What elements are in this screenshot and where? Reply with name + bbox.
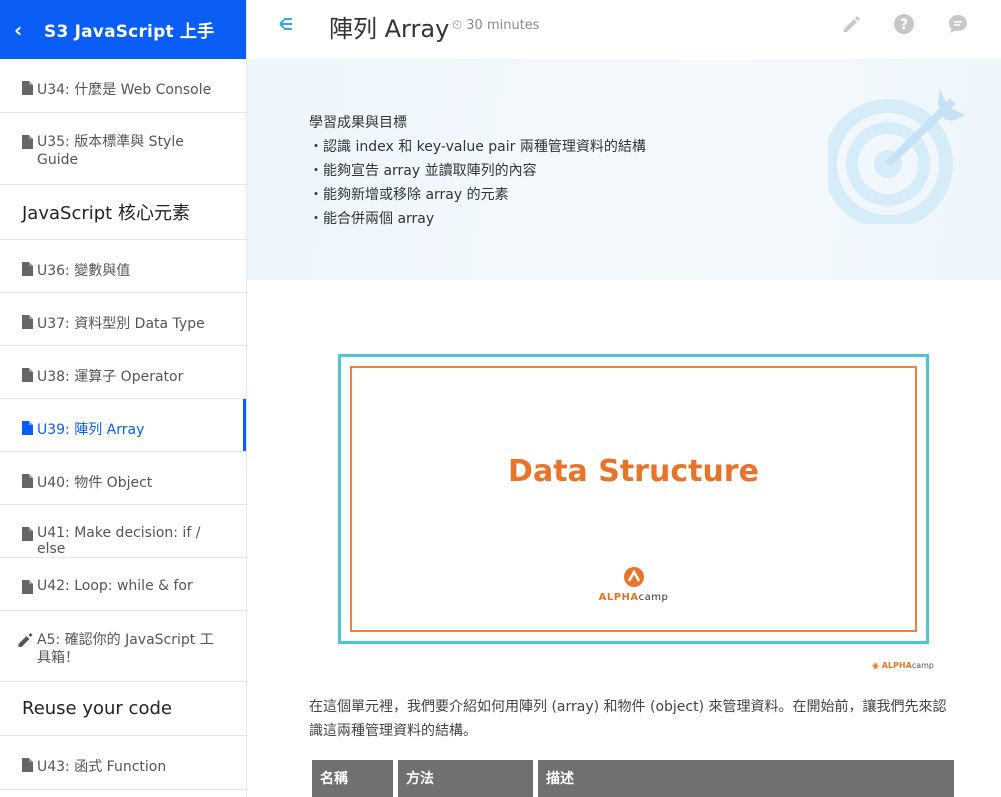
alphacamp-wordmark: ALPHAcamp bbox=[352, 592, 915, 603]
sidebar-item-label: U35: 版本標準與 Style Guide bbox=[37, 134, 184, 168]
menu-collapse-icon[interactable] bbox=[272, 13, 294, 35]
column-header: 方法 bbox=[398, 760, 533, 797]
chevron-left-icon[interactable]: ‹ bbox=[14, 18, 44, 42]
sidebar-item-label: U37: 資料型別 Data Type bbox=[37, 316, 205, 332]
intro-paragraph: 在這個單元裡，我們要介紹如何用陣列 (array) 和物件 (object) 來… bbox=[309, 699, 947, 739]
document-icon bbox=[22, 758, 33, 772]
sidebar-item-label: U42: Loop: while & for bbox=[37, 578, 193, 594]
sidebar-item-u40[interactable]: U40: 物件 Object bbox=[0, 452, 246, 505]
learning-goals: 學習成果與目標 ・認識 index 和 key-value pair 兩種管理資… bbox=[309, 111, 646, 231]
target-icon bbox=[828, 89, 966, 224]
slide-frame: Data Structure ALPHAcamp bbox=[350, 366, 917, 632]
column-header: 名稱 bbox=[312, 760, 393, 797]
svg-text:?: ? bbox=[900, 17, 908, 33]
document-icon bbox=[22, 474, 33, 488]
alphacamp-small-logo: ◉ ALPHAcamp bbox=[872, 661, 934, 670]
section-title-reuse: Reuse your code bbox=[0, 682, 246, 736]
sidebar-item-u37[interactable]: U37: 資料型別 Data Type bbox=[0, 293, 246, 346]
sidebar-item-u35[interactable]: U35: 版本標準與 Style Guide bbox=[0, 113, 246, 185]
document-icon bbox=[22, 580, 33, 594]
sidebar-item-u39[interactable]: U39: 陣列 Array bbox=[0, 399, 246, 452]
document-icon bbox=[22, 368, 33, 382]
goal-item: ・認識 index 和 key-value pair 兩種管理資料的結構 bbox=[309, 139, 646, 155]
sidebar-item-u42[interactable]: U42: Loop: while & for bbox=[0, 558, 246, 611]
lesson-title: 陣列 Array bbox=[329, 15, 450, 43]
sidebar-item-label: U38: 運算子 Operator bbox=[37, 369, 184, 385]
alphacamp-logo-icon bbox=[623, 567, 644, 587]
sidebar-item-label: A5: 確認你的 JavaScript 工具箱！ bbox=[37, 632, 214, 666]
goal-item: ・能合併兩個 array bbox=[309, 211, 435, 227]
lesson-content: Data Structure ALPHAcamp ◉ ALPHAcamp 在這個… bbox=[247, 280, 1001, 797]
sidebar-item-label: U36: 變數與值 bbox=[37, 263, 131, 279]
alphacamp-logo: ALPHAcamp bbox=[352, 566, 915, 603]
document-icon bbox=[22, 421, 33, 435]
document-icon bbox=[22, 527, 33, 541]
sidebar-item-u41[interactable]: U41: Make decision: if / else bbox=[0, 505, 246, 558]
lesson-topbar: 陣列 Array ⏲ 30 minutes ? bbox=[247, 0, 1001, 59]
column-header: 描述 bbox=[538, 760, 954, 797]
pencil-icon bbox=[18, 633, 33, 647]
chat-icon[interactable] bbox=[947, 13, 969, 35]
slide-title: Data Structure bbox=[508, 454, 759, 489]
sidebar-item-label: U34: 什麼是 Web Console bbox=[37, 82, 212, 98]
sidebar-item-label: U39: 陣列 Array bbox=[37, 422, 145, 438]
slide-image: Data Structure ALPHAcamp bbox=[338, 354, 929, 644]
sidebar-item-label: U40: 物件 Object bbox=[37, 475, 153, 491]
pencil-icon[interactable] bbox=[841, 13, 863, 35]
sidebar-item-a5[interactable]: A5: 確認你的 JavaScript 工具箱！ bbox=[0, 611, 246, 682]
sidebar-item-label: U43: 函式 Function bbox=[37, 759, 167, 775]
goal-item: ・能夠宣告 array 並讀取陣列的內容 bbox=[309, 163, 537, 179]
brand-light: camp bbox=[638, 592, 669, 603]
sidebar-item-u38[interactable]: U38: 運算子 Operator bbox=[0, 346, 246, 399]
course-title: S3 JavaScript 上手 bbox=[44, 22, 215, 42]
help-icon[interactable]: ? bbox=[893, 13, 915, 35]
brand-bold: ALPHA bbox=[598, 592, 639, 603]
sidebar-item-u34[interactable]: U34: 什麼是 Web Console bbox=[0, 59, 246, 113]
clock-icon: ⏲ bbox=[452, 18, 463, 33]
learning-goals-banner: 學習成果與目標 ・認識 index 和 key-value pair 兩種管理資… bbox=[247, 59, 1001, 280]
table-header: 名稱 方法 描述 bbox=[312, 760, 959, 797]
document-icon bbox=[22, 262, 33, 276]
duration-text: 30 minutes bbox=[466, 18, 540, 33]
sidebar-item-label: U41: Make decision: if / else bbox=[37, 525, 201, 557]
document-icon bbox=[22, 135, 33, 149]
sidebar: ‹ S3 JavaScript 上手 U34: 什麼是 Web Console … bbox=[0, 0, 247, 797]
sidebar-item-u43[interactable]: U43: 函式 Function bbox=[0, 736, 246, 790]
document-icon bbox=[22, 81, 33, 95]
duration-label: ⏲ 30 minutes bbox=[452, 18, 540, 33]
goal-item: ・能夠新增或移除 array 的元素 bbox=[309, 187, 509, 203]
sidebar-item-u36[interactable]: U36: 變數與值 bbox=[0, 240, 246, 293]
course-header[interactable]: ‹ S3 JavaScript 上手 bbox=[0, 0, 246, 59]
document-icon bbox=[22, 315, 33, 329]
brand-bold: ALPHA bbox=[881, 661, 912, 670]
section-title-core: JavaScript 核心元素 bbox=[0, 185, 246, 240]
goals-heading: 學習成果與目標 bbox=[309, 115, 407, 131]
brand-light: camp bbox=[911, 661, 934, 670]
